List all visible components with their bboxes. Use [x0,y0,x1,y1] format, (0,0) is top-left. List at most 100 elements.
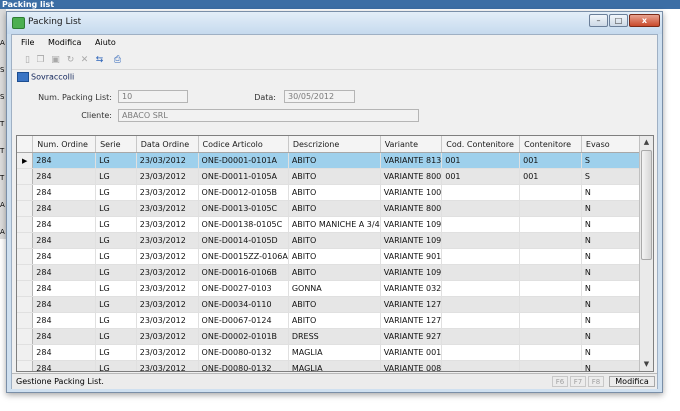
table-cell[interactable]: LG [95,360,137,371]
row-header[interactable] [17,344,34,361]
table-row[interactable]: 284 LG 23/03/2012 ONE-D0016-0106B ABITO VARIA… [17,264,653,281]
menu-aiuto[interactable]: Aiuto [95,38,116,47]
table-cell[interactable]: 23/03/2012 [136,152,199,169]
minimize-button[interactable]: – [589,14,608,27]
row-header[interactable] [17,216,34,233]
table-cell[interactable]: ONE-D0011-0105A [198,168,289,185]
table-cell[interactable]: VARIANTE 127 [380,296,443,313]
table-cell[interactable] [441,328,521,345]
table-cell[interactable]: VARIANTE 800 [380,168,443,185]
table-row[interactable]: 284 LG 23/03/2012 ONE-D0027-0103 GONNA VARIAN… [17,280,653,297]
table-cell[interactable]: 284 [32,296,97,313]
scroll-thumb[interactable] [641,150,652,260]
table-cell[interactable]: MAGLIA [288,344,381,361]
copy-icon[interactable]: ❐ [35,55,46,66]
table-cell[interactable]: 001 [441,152,521,169]
column-header[interactable]: Num. Ordine [32,136,97,153]
table-row[interactable]: 284 LG 23/03/2012 ONE-D0034-0110 ABITO VARIAN… [17,296,653,313]
table-cell[interactable] [519,264,582,281]
table-cell[interactable] [519,312,582,329]
table-cell[interactable]: VARIANTE 109 [380,216,443,233]
table-cell[interactable]: LG [95,200,137,217]
row-header[interactable] [17,296,34,313]
table-cell[interactable] [441,216,521,233]
table-cell[interactable]: LG [95,248,137,265]
table-cell[interactable]: VARIANTE 032 [380,280,443,297]
table-cell[interactable]: 284 [32,168,97,185]
table-cell[interactable]: 23/03/2012 [136,232,199,249]
table-cell[interactable]: ABITO [288,152,381,169]
table-cell[interactable]: 001 [441,168,521,185]
table-cell[interactable]: VARIANTE 127 [380,312,443,329]
table-cell[interactable]: LG [95,232,137,249]
table-cell[interactable]: 284 [32,152,97,169]
current-row-indicator-icon[interactable]: ▶ [17,152,34,169]
table-cell[interactable]: ONE-D0002-0101B [198,328,289,345]
table-row[interactable]: 284 LG 23/03/2012 ONE-D00138-0105C ABITO MAN… [17,216,653,233]
table-cell[interactable] [519,232,582,249]
table-cell[interactable] [441,344,521,361]
table-row[interactable]: 284 LG 23/03/2012 ONE-D0013-0105C ABITO VARIA… [17,200,653,217]
maximize-button[interactable]: □ [609,14,628,27]
table-cell[interactable]: ABITO [288,200,381,217]
table-row[interactable]: 284 LG 23/03/2012 ONE-D0012-0105B ABITO VARIA… [17,184,653,201]
table-cell[interactable]: 284 [32,328,97,345]
column-header[interactable]: Codice Articolo [198,136,289,153]
table-cell[interactable] [519,344,582,361]
table-row[interactable]: 284 LG 23/03/2012 ONE-D0014-0105D ABITO VARIA… [17,232,653,249]
table-cell[interactable]: 284 [32,344,97,361]
column-header[interactable]: Serie [95,136,137,153]
table-cell[interactable]: LG [95,280,137,297]
scroll-up-icon[interactable]: ▲ [640,136,653,149]
table-cell[interactable]: ABITO MANICHE A 3/4 [288,216,381,233]
table-cell[interactable] [519,360,582,371]
table-cell[interactable]: ONE-D0015ZZ-0106A [198,248,289,265]
column-header[interactable]: Variante [380,136,443,153]
table-cell[interactable]: ONE-D0013-0105C [198,200,289,217]
table-cell[interactable]: 23/03/2012 [136,328,199,345]
table-cell[interactable] [441,280,521,297]
table-cell[interactable]: 284 [32,360,97,371]
table-cell[interactable]: ABITO [288,168,381,185]
table-cell[interactable]: VARIANTE 901 [380,248,443,265]
table-row[interactable]: 284 LG 23/03/2012 ONE-D0080-0132 MAGLIA VARIA… [17,344,653,361]
table-cell[interactable]: VARIANTE 109 [380,264,443,281]
row-header[interactable] [17,248,34,265]
table-cell[interactable]: ONE-D0027-0103 [198,280,289,297]
row-header[interactable] [17,184,34,201]
export-icon[interactable]: ⇆ [94,55,105,66]
table-cell[interactable]: ONE-D0012-0105B [198,184,289,201]
table-cell[interactable]: 23/03/2012 [136,344,199,361]
table-cell[interactable]: ONE-D0080-0132 [198,360,289,371]
table-cell[interactable]: 284 [32,312,97,329]
table-cell[interactable]: 23/03/2012 [136,168,199,185]
table-cell[interactable] [441,312,521,329]
refresh-icon[interactable]: ↻ [65,55,76,66]
table-cell[interactable]: ONE-D0014-0105D [198,232,289,249]
table-cell[interactable]: VARIANTE 927 [380,328,443,345]
table-cell[interactable]: 284 [32,184,97,201]
table-cell[interactable]: LG [95,152,137,169]
table-cell[interactable]: 001 [519,152,582,169]
table-cell[interactable]: ONE-D0016-0106B [198,264,289,281]
table-cell[interactable] [441,200,521,217]
section-sovraccolli[interactable]: Sovraccolli [17,72,74,82]
print-icon[interactable]: ⎙ [112,55,123,66]
table-cell[interactable]: 23/03/2012 [136,360,199,371]
table-cell[interactable]: ONE-D0067-0124 [198,312,289,329]
table-cell[interactable]: 23/03/2012 [136,200,199,217]
new-icon[interactable]: ▯ [22,55,33,66]
table-cell[interactable]: 284 [32,280,97,297]
table-cell[interactable]: LG [95,184,137,201]
table-cell[interactable]: LG [95,312,137,329]
table-cell[interactable]: LG [95,296,137,313]
table-cell[interactable]: LG [95,328,137,345]
column-header[interactable]: Data Ordine [136,136,199,153]
table-cell[interactable]: 23/03/2012 [136,264,199,281]
table-cell[interactable]: 001 [519,168,582,185]
close-button[interactable]: x [629,14,660,27]
table-cell[interactable]: MAGLIA [288,360,381,371]
table-cell[interactable]: ONE-D00138-0105C [198,216,289,233]
table-cell[interactable]: 23/03/2012 [136,184,199,201]
row-header[interactable] [17,360,34,371]
